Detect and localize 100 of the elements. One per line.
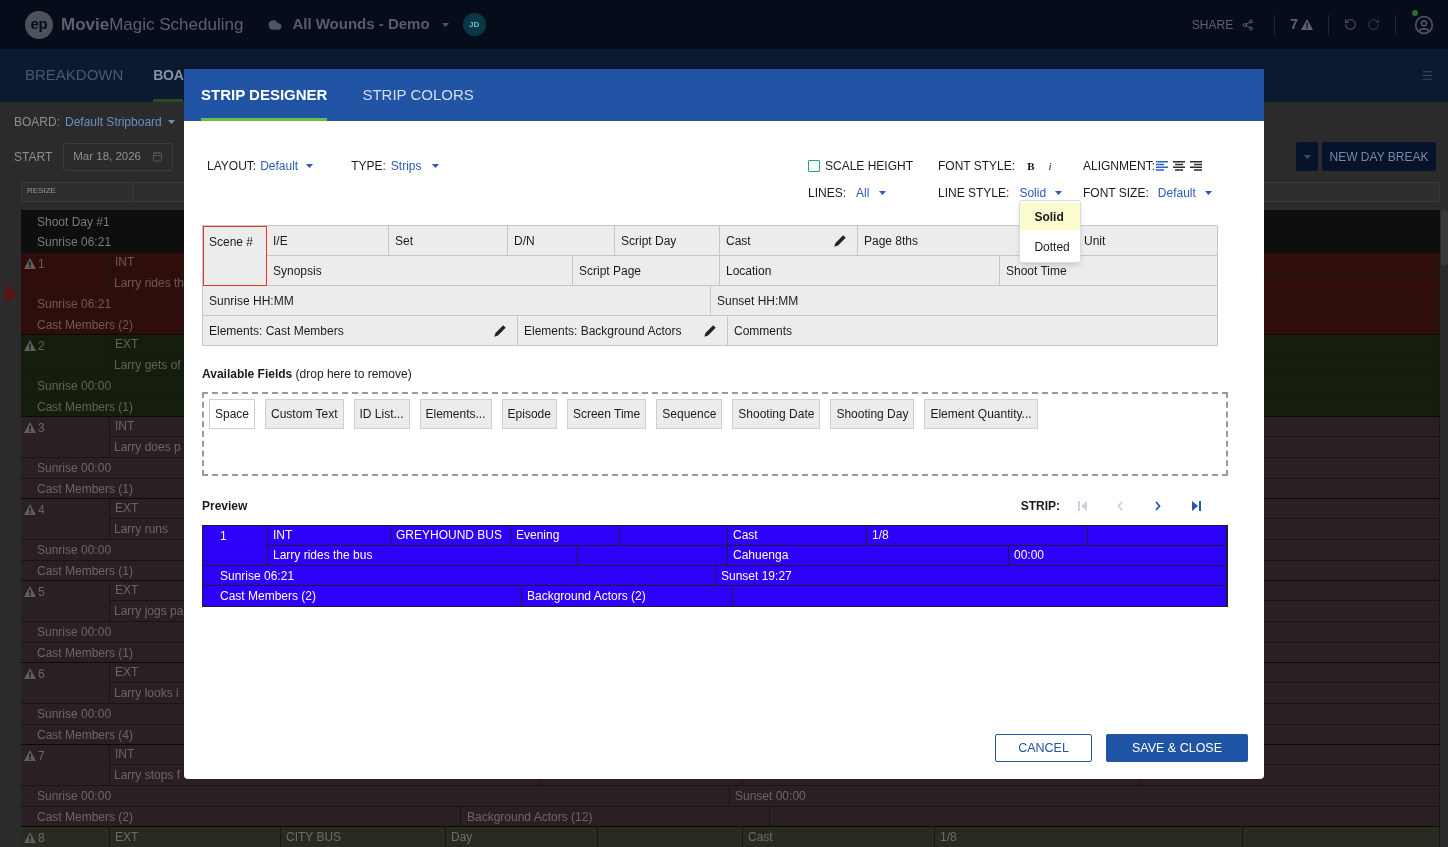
layout-field[interactable]: Synopsis	[267, 256, 573, 286]
strip-text: Larry runs	[114, 520, 169, 538]
strip-text: CITY BUS	[286, 829, 342, 846]
lines-dropdown[interactable]: All	[856, 184, 887, 202]
resize-label[interactable]: RESIZE	[27, 186, 56, 195]
layout-field[interactable]: Location	[720, 256, 1000, 286]
preview-cell: Cahuenga	[728, 545, 1009, 565]
preview-cell: Larry rides the bus	[268, 545, 578, 565]
menu-option[interactable]: Solid	[1020, 203, 1081, 230]
layout-field[interactable]: Unit	[1084, 231, 1106, 250]
warning-icon	[24, 504, 36, 515]
strip-text: Sunrise 00:00	[37, 378, 112, 395]
available-field[interactable]: Element Quantity...	[924, 399, 1038, 429]
font-size-dropdown[interactable]: Default	[1157, 184, 1212, 202]
last-strip-button[interactable]	[1190, 500, 1202, 512]
layout-field[interactable]: Scene #	[203, 226, 267, 286]
warning-icon	[24, 668, 36, 679]
strip-text: Larry jogs pa	[114, 602, 184, 620]
next-strip-button[interactable]	[1154, 500, 1162, 512]
strip-text: EXT	[115, 664, 139, 682]
bold-button[interactable]: B	[1027, 157, 1035, 175]
layout-field[interactable]: Script Page	[573, 256, 720, 286]
pencil-icon[interactable]	[704, 324, 716, 337]
layout-field[interactable]: D/N	[508, 226, 615, 256]
strip-label: STRIP:	[1020, 498, 1060, 515]
dialog-tab[interactable]: STRIP COLORS	[362, 69, 474, 121]
strip-number: 3	[38, 421, 45, 435]
user-avatar[interactable]: JD	[462, 13, 486, 36]
align-right-icon[interactable]	[1190, 161, 1202, 171]
undo-icon[interactable]	[1344, 18, 1357, 31]
strip-text: Larry gets of	[114, 356, 181, 374]
available-field[interactable]: Sequence	[656, 399, 723, 429]
italic-button[interactable]: i	[1048, 157, 1052, 175]
strip-number: 8	[38, 831, 45, 845]
pencil-icon[interactable]	[834, 234, 846, 247]
layout-field[interactable]: Set	[389, 226, 508, 256]
preview-cell: 00:00	[1009, 545, 1227, 565]
strip-text: Larry rides th	[114, 274, 185, 292]
layout-field[interactable]: Elements: Cast Members	[203, 316, 518, 346]
preview-cell: Cast	[728, 526, 867, 545]
available-field[interactable]: Elements...	[419, 399, 492, 429]
cancel-button[interactable]: CANCEL	[995, 734, 1092, 762]
strip-text: Sunrise 00:00	[37, 542, 112, 559]
menu-icon[interactable]	[1421, 69, 1434, 82]
skip-start-icon	[1077, 501, 1087, 511]
preview-cell: 1	[220, 529, 227, 543]
dialog-tab[interactable]: STRIP DESIGNER	[201, 69, 328, 121]
available-field[interactable]: Custom Text	[265, 399, 344, 429]
drop-zone[interactable]: Space Custom Text ID List... Elements... Episode Screen Time Sequence Shooting Date Shooting Day Element Quantity...	[202, 392, 1228, 476]
user-icon[interactable]	[1414, 14, 1434, 35]
layout-field[interactable]: Page 8ths	[864, 231, 919, 250]
layout-field[interactable]: Sunset HH:MM	[711, 286, 1218, 316]
checkbox[interactable]	[808, 160, 820, 172]
layout-dropdown[interactable]: Default	[260, 157, 314, 175]
font-style-label: FONT STYLE:	[938, 158, 1016, 175]
strip-text: EXT	[115, 829, 139, 846]
font-size-label: FONT SIZE:	[1083, 185, 1149, 202]
preview-cell: GREYHOUND BUS	[391, 526, 511, 545]
caret-icon	[431, 164, 439, 168]
available-field[interactable]: Space	[209, 399, 256, 429]
align-left-icon[interactable]	[1156, 161, 1168, 171]
caret-icon	[1303, 154, 1311, 159]
warning-icon	[24, 258, 36, 269]
layout-field[interactable]: Comments	[728, 316, 1218, 346]
type-dropdown[interactable]: Strips	[390, 157, 439, 175]
line-style-label: LINE STYLE:	[938, 185, 1010, 202]
strip-number: 2	[38, 339, 45, 353]
available-field[interactable]: Episode	[501, 399, 557, 429]
available-field[interactable]: Screen Time	[566, 399, 647, 429]
strip-text: Cast Members (2)	[37, 316, 134, 334]
layout-field[interactable]: Sunrise HH:MM	[203, 286, 711, 316]
strip-text: Larry stops f	[114, 766, 181, 784]
strip-text: EXT	[115, 336, 139, 354]
layout-field[interactable]: Elements: Background Actors	[518, 316, 728, 346]
board-selector[interactable]: Default Stripboard	[65, 113, 175, 131]
scrollbar-thumb[interactable]	[1441, 210, 1448, 265]
warning-icon	[24, 750, 36, 761]
date-field[interactable]: Mar 18, 2026	[63, 142, 174, 171]
strip-number: 6	[38, 667, 45, 681]
align-center-icon[interactable]	[1173, 161, 1185, 171]
layout-field[interactable]: Shoot Time	[1000, 256, 1218, 286]
layout-field[interactable]: Cast	[720, 226, 858, 256]
scale-height-label: SCALE HEIGHT	[825, 158, 914, 175]
menu-option[interactable]: Dotted	[1020, 233, 1081, 260]
strip-number: 5	[38, 585, 45, 599]
line-style-dropdown[interactable]: Solid	[1019, 184, 1063, 202]
available-field[interactable]: ID List...	[353, 399, 410, 429]
strip-text: Cast Members (2)	[37, 808, 134, 826]
layout-field[interactable]: I/E	[267, 226, 389, 256]
available-field[interactable]: Shooting Date	[732, 399, 821, 429]
strip-text: Sunrise 00:00	[37, 624, 112, 641]
preview-cell: Evening	[511, 526, 620, 545]
caret-icon	[1204, 191, 1212, 195]
layout-field[interactable]: Script Day	[615, 226, 720, 256]
new-day-break-button[interactable]: NEW DAY BREAK	[1322, 142, 1436, 171]
save-close-button[interactable]: SAVE & CLOSE	[1106, 734, 1248, 762]
strip-text: EXT	[115, 500, 139, 518]
pencil-icon[interactable]	[494, 324, 506, 337]
available-field[interactable]: Shooting Day	[830, 399, 915, 429]
chevron-right-icon	[1155, 501, 1161, 511]
